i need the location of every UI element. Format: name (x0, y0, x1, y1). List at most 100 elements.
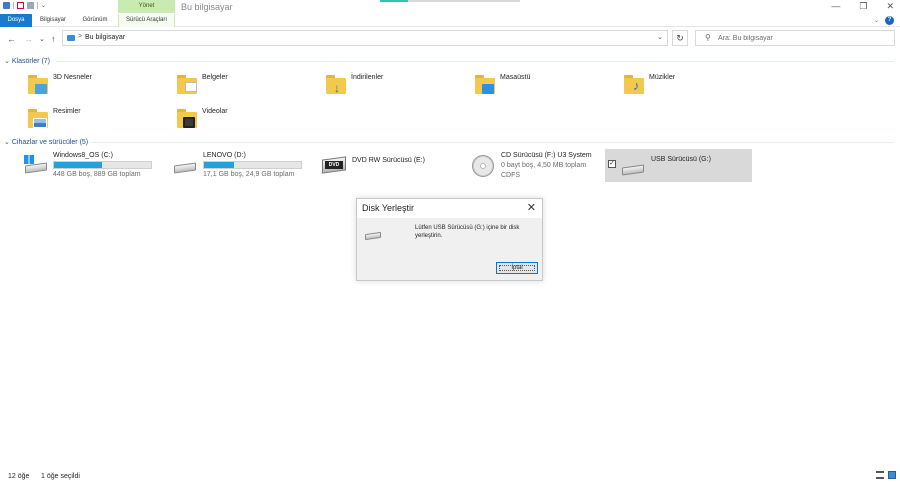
folders-group-title: Klasörler (7) (11, 58, 50, 65)
drive-free-space: 17,1 GB boş, 24,9 GB toplam (203, 171, 295, 178)
forward-arrow-icon[interactable]: → (24, 34, 33, 44)
close-button[interactable]: ✕ (886, 1, 894, 12)
folder-item[interactable]: ♪ Müzikler (623, 72, 763, 100)
pictures-folder-icon (27, 106, 49, 130)
drive-free-space: 448 GB boş, 889 GB toplam (53, 171, 141, 178)
search-icon: ⚲ (705, 33, 711, 42)
downloads-folder-icon: ↓ (325, 72, 347, 96)
tab-computer[interactable]: Bilgisayar (35, 14, 71, 27)
breadcrumb-separator[interactable]: > (78, 33, 82, 40)
drive-free-space: 0 bayt boş, 4,50 MB toplam (501, 162, 587, 169)
folder-label: Müzikler (649, 74, 676, 81)
tab-file[interactable]: Dosya (0, 14, 32, 27)
folder-label: Belgeler (202, 74, 228, 81)
title-accent-line (380, 0, 520, 2)
hard-drive-icon (174, 162, 196, 174)
navigation-bar: ← → ⌄ ↑ > Bu bilgisayar ⌄ ↻ ⚲ (0, 29, 900, 49)
tab-view[interactable]: Görünüm (76, 14, 114, 27)
folder-label: 3D Nesneler (53, 74, 92, 81)
expand-ribbon-chevron-icon[interactable]: ⌄ (874, 17, 879, 24)
status-bar: 12 öğe 1 öğe seçildi (0, 468, 900, 482)
focus-rect (499, 265, 535, 271)
back-arrow-icon[interactable]: ← (7, 34, 16, 44)
dialog-close-button[interactable]: ✕ (527, 201, 536, 214)
drive-usage-fill (204, 162, 235, 168)
drive-file-system: CDFS (501, 172, 521, 179)
this-pc-icon (67, 35, 75, 41)
customize-chevron-icon[interactable]: ⌄ (41, 2, 46, 9)
refresh-button[interactable]: ↻ (672, 30, 688, 46)
folder-item[interactable]: Resimler (27, 106, 167, 134)
drives-group-title: Cihazlar ve sürücüler (5) (11, 139, 89, 146)
address-bar[interactable]: > Bu bilgisayar ⌄ (62, 30, 668, 46)
selected-count: 1 öğe seçildi (41, 473, 80, 480)
folder-item[interactable]: 3D Nesneler (27, 72, 167, 100)
dvd-logo: DVD (325, 161, 343, 169)
folder-item[interactable]: Belgeler (176, 72, 316, 100)
drive-usage-bar (53, 161, 152, 169)
drive-name: USB Sürücüsü (G:) (651, 156, 711, 163)
drives-group-header[interactable]: ⌄ Cihazlar ve sürücüler (5) (4, 138, 88, 146)
recent-locations-chevron-icon[interactable]: ⌄ (39, 35, 45, 43)
drive-name: LENOVO (D:) (203, 152, 246, 159)
drive-usage-bar (203, 161, 302, 169)
dialog-message: Lütfen USB Sürücüsü (G:) içine bir disk … (415, 225, 520, 239)
drive-usage-fill (54, 162, 103, 168)
folder-label: Resimler (53, 108, 81, 115)
drive-name: DVD RW Sürücüsü (E:) (352, 157, 425, 164)
view-switcher (876, 471, 896, 479)
search-input[interactable] (718, 33, 888, 44)
selection-checkbox[interactable]: ✓ (608, 160, 616, 168)
collapse-chevron-icon[interactable]: ⌄ (4, 139, 10, 146)
tab-drive-tools[interactable]: Sürücü Araçları (118, 14, 175, 27)
minimize-button[interactable]: — (831, 1, 840, 12)
properties-icon[interactable] (3, 2, 10, 9)
folders-group-header[interactable]: ⌄ Klasörler (7) (4, 57, 50, 65)
usb-drive-icon (365, 231, 381, 241)
up-arrow-icon[interactable]: ↑ (51, 34, 56, 44)
music-folder-icon: ♪ (623, 72, 645, 96)
collapse-chevron-icon[interactable]: ⌄ (4, 58, 10, 65)
group-divider (90, 142, 894, 143)
breadcrumb-this-pc[interactable]: Bu bilgisayar (85, 34, 125, 41)
checkmark-icon[interactable] (17, 2, 24, 9)
drive-item-c[interactable]: Windows8_OS (C:) 448 GB boş, 889 GB topl… (22, 149, 167, 181)
dialog-title: Disk Yerleştir (362, 203, 415, 213)
cancel-button[interactable]: İptal (496, 262, 538, 274)
folder-item[interactable]: ↓ İndirilenler (325, 72, 465, 100)
drive-item-e[interactable]: DVD DVD RW Sürücüsü (E:) (321, 149, 466, 181)
desktop-folder-icon (474, 72, 496, 96)
videos-folder-icon (176, 106, 198, 130)
search-box[interactable]: ⚲ (695, 30, 895, 46)
folder-item[interactable]: Masaüstü (474, 72, 614, 100)
large-icons-view-icon[interactable] (888, 471, 896, 479)
new-folder-icon[interactable] (27, 2, 34, 9)
cd-disc-icon (472, 155, 494, 177)
details-view-icon[interactable] (876, 471, 884, 479)
divider (37, 2, 38, 9)
folder-item[interactable]: Videolar (176, 106, 316, 134)
item-count: 12 öğe (8, 473, 30, 480)
accent-segment (380, 0, 408, 2)
divider (13, 2, 14, 9)
maximize-button[interactable]: ❐ (859, 1, 867, 12)
drive-item-g[interactable]: ✓ USB Sürücüsü (G:) (605, 149, 752, 182)
documents-folder-icon (176, 72, 198, 96)
folder-label: Videolar (202, 108, 228, 115)
3d-objects-folder-icon (27, 72, 49, 96)
drive-item-f[interactable]: CD Sürücüsü (F:) U3 System 0 bayt boş, 4… (470, 149, 615, 181)
context-tab-group-manage: Yönet (118, 0, 175, 13)
address-dropdown-chevron-icon[interactable]: ⌄ (657, 33, 663, 41)
ribbon-right-controls: ⌄ ? (874, 16, 894, 25)
ribbon-tab-bar: Dosya Bilgisayar Görünüm Sürücü Araçları… (0, 14, 900, 27)
insert-disk-dialog: Disk Yerleştir ✕ Lütfen USB Sürücüsü (G:… (356, 198, 543, 281)
folder-label: Masaüstü (500, 74, 531, 81)
help-icon[interactable]: ? (885, 16, 894, 25)
folder-label: İndirilenler (351, 74, 384, 81)
title-bar: ⌄ Yönet Bu bilgisayar — ❐ ✕ (0, 0, 900, 14)
quick-access-toolbar: ⌄ (3, 2, 46, 9)
drive-item-d[interactable]: LENOVO (D:) 17,1 GB boş, 24,9 GB toplam (172, 149, 317, 181)
group-divider (56, 61, 894, 62)
drive-name: Windows8_OS (C:) (53, 152, 113, 159)
drive-name: CD Sürücüsü (F:) U3 System (501, 152, 592, 159)
